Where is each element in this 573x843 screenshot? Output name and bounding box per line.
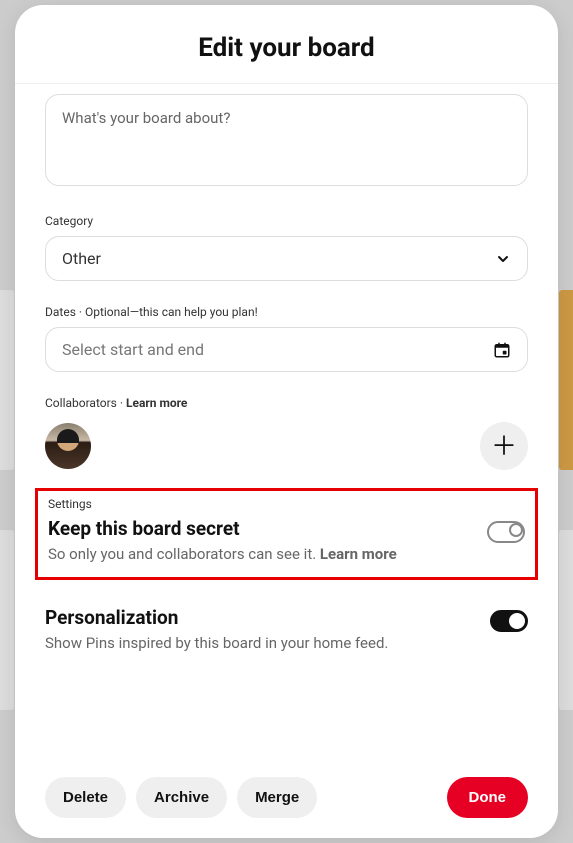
secret-title: Keep this board secret (48, 517, 397, 540)
category-value: Other (62, 249, 101, 268)
category-select[interactable]: Other (45, 236, 528, 281)
secret-learn-more-link[interactable]: Learn more (320, 545, 397, 563)
modal-header: Edit your board (15, 5, 558, 84)
secret-toggle[interactable] (487, 521, 525, 543)
personalization-title: Personalization (45, 606, 388, 629)
calendar-icon (493, 341, 511, 359)
date-range-input[interactable]: Select start and end (45, 327, 528, 372)
collaborator-avatar[interactable] (45, 423, 91, 469)
collaborators-row: ＋ (45, 422, 528, 470)
settings-label: Settings (48, 497, 525, 511)
collaborators-label: Collaborators · Learn more (45, 396, 528, 410)
merge-button[interactable]: Merge (237, 777, 317, 818)
secret-desc: So only you and collaborators can see it… (48, 544, 397, 565)
modal-scroll-area[interactable]: Category Other Dates · Optional—this can… (15, 84, 558, 759)
personalization-desc: Show Pins inspired by this board in your… (45, 633, 388, 654)
archive-button[interactable]: Archive (136, 777, 227, 818)
category-label: Category (45, 214, 528, 228)
modal-title: Edit your board (31, 33, 542, 63)
delete-button[interactable]: Delete (45, 777, 126, 818)
done-button[interactable]: Done (447, 777, 529, 818)
modal-footer: Delete Archive Merge Done (15, 759, 558, 838)
chevron-down-icon (495, 251, 511, 267)
collaborators-learn-more-link[interactable]: Learn more (126, 396, 187, 410)
secret-board-setting: Keep this board secret So only you and c… (48, 517, 525, 565)
edit-board-modal: Edit your board Category Other Dates · O… (15, 5, 558, 838)
personalization-toggle[interactable] (490, 610, 528, 632)
dates-label: Dates · Optional—this can help you plan! (45, 305, 528, 319)
description-input[interactable] (45, 94, 528, 186)
add-collaborator-button[interactable]: ＋ (480, 422, 528, 470)
personalization-setting: Personalization Show Pins inspired by th… (45, 606, 528, 654)
date-placeholder: Select start and end (62, 340, 204, 359)
settings-highlight: Settings Keep this board secret So only … (35, 488, 538, 580)
plus-icon: ＋ (491, 433, 517, 459)
